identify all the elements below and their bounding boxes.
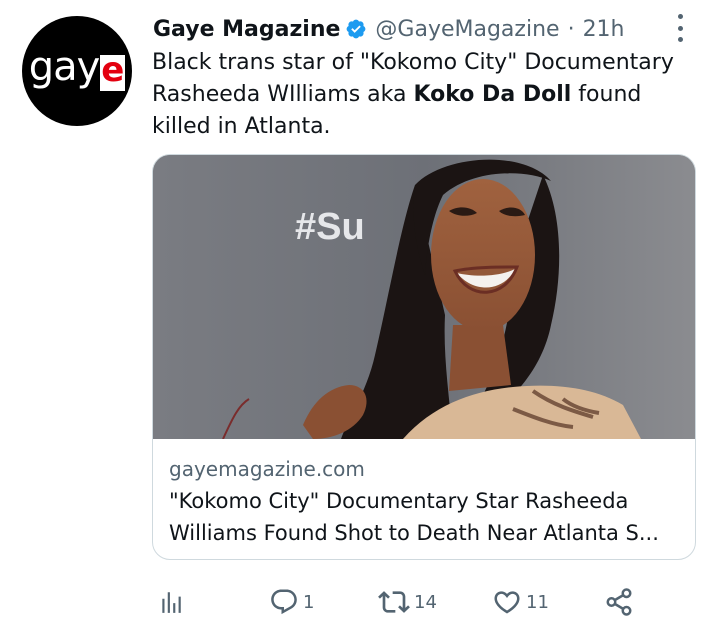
reply-button[interactable]: 1 <box>269 580 314 624</box>
retweet-count: 14 <box>414 591 437 613</box>
account-handle[interactable]: @GayeMagazine <box>375 17 559 42</box>
separator-dot: · <box>567 16 575 42</box>
reply-icon <box>271 589 297 615</box>
tweet-header: Gaye Magazine @GayeMagazine · 21h <box>153 12 625 46</box>
analytics-icon <box>162 592 181 613</box>
card-image[interactable]: #Su <box>153 155 695 439</box>
retweet-icon <box>378 591 410 613</box>
like-button[interactable]: 11 <box>492 580 549 624</box>
analytics-button[interactable] <box>158 580 184 624</box>
share-button[interactable] <box>604 580 634 624</box>
card-domain[interactable]: gayemagazine.com <box>169 457 365 481</box>
reply-count: 1 <box>303 591 315 613</box>
share-icon <box>606 588 632 616</box>
backdrop-sign-text: #Su <box>295 206 365 248</box>
more-options-icon[interactable] <box>676 14 684 42</box>
tweet-text: Black trans star of "Kokomo City" Docume… <box>152 47 697 143</box>
link-card[interactable]: #Su gayemagazine.com "Kokomo City" Docum… <box>152 154 696 560</box>
timestamp[interactable]: 21h <box>583 17 625 42</box>
account-name[interactable]: Gaye Magazine <box>153 17 340 42</box>
tweet-text-bold: Koko Da Doll <box>413 82 572 107</box>
gaye-logo: gay e <box>28 44 126 91</box>
card-title[interactable]: "Kokomo City" Documentary Star Rasheeda … <box>169 485 689 549</box>
like-icon <box>494 591 520 614</box>
tweet[interactable]: gay e Gaye Magazine @GayeMagazine · 21h B… <box>0 0 711 636</box>
verified-badge-icon <box>347 19 366 39</box>
retweet-button[interactable]: 14 <box>378 580 437 624</box>
like-count: 11 <box>526 591 549 613</box>
avatar[interactable]: gay e <box>22 16 132 126</box>
action-bar: 1 14 11 <box>0 580 711 624</box>
